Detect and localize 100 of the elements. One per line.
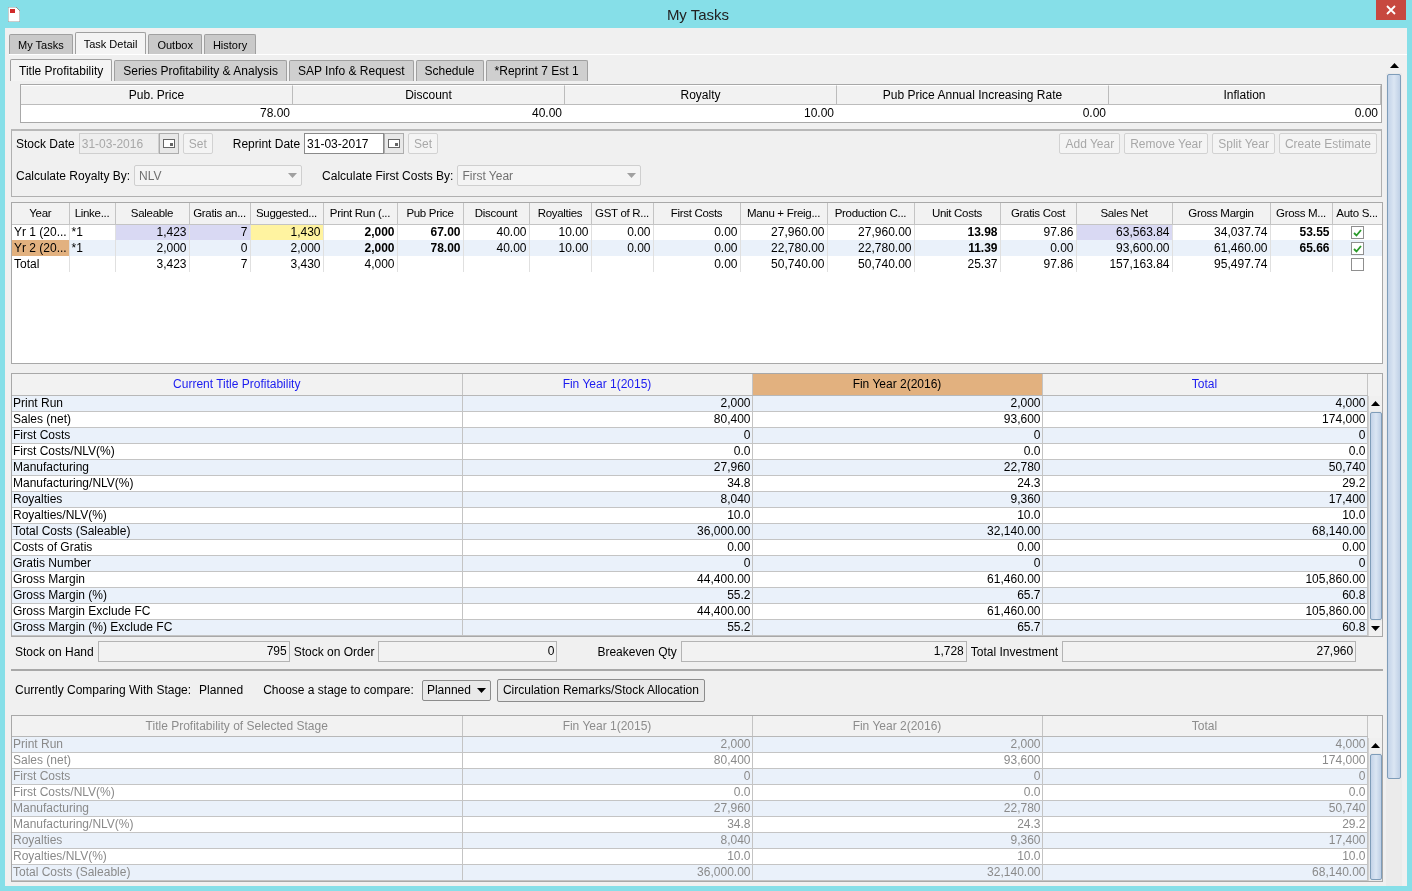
column-header[interactable]: Print Run (... <box>323 203 397 224</box>
table-cell: 0.00 <box>1042 539 1367 555</box>
row-label: Royalties <box>12 491 462 507</box>
table-cell: 0.0 <box>1042 443 1367 459</box>
row-label: Costs of Gratis <box>12 539 462 555</box>
column-header[interactable]: Gross Margin <box>1172 203 1270 224</box>
column-header[interactable]: Linke... <box>69 203 115 224</box>
column-header[interactable]: GST of R... <box>591 203 653 224</box>
row-label: Manufacturing/NLV(%) <box>12 816 462 833</box>
window-title: My Tasks <box>665 5 731 23</box>
tab[interactable]: Title Profitability <box>10 59 113 81</box>
table-cell: 0 <box>462 427 752 443</box>
column-header[interactable]: Fin Year 2(2016) <box>752 374 1042 395</box>
table-cell: 0.00 <box>462 539 752 555</box>
row-label: First Costs/NLV(%) <box>12 443 462 459</box>
field-label: Stock on Order <box>293 644 375 659</box>
table-cell: 2,000 <box>752 395 1042 411</box>
table-cell[interactable]: 0.00 <box>837 105 1109 122</box>
column-header[interactable]: Total <box>1042 374 1367 395</box>
table-cell[interactable]: 10.00 <box>565 105 837 122</box>
checkbox[interactable] <box>1350 258 1364 272</box>
row-label: Manufacturing <box>12 800 462 817</box>
column-header[interactable]: First Costs <box>653 203 740 224</box>
tab[interactable]: Task Detail <box>74 32 147 54</box>
table-cell: 80,400 <box>462 752 752 769</box>
tab[interactable]: Series Profitability & Analysis <box>114 60 287 81</box>
table-cell: 29.2 <box>1042 816 1367 833</box>
remarks-button[interactable]: Circulation Remarks/Stock Allocation <box>496 678 705 702</box>
column-header[interactable]: Year <box>12 203 69 224</box>
row-label: Manufacturing/NLV(%) <box>12 475 462 491</box>
scroll-up-icon[interactable] <box>1371 401 1380 406</box>
scrollbar[interactable] <box>1386 58 1402 886</box>
table-cell: 68,140.00 <box>1042 523 1367 539</box>
column-header[interactable]: Gratis an... <box>189 203 250 224</box>
row-label: Gross Margin (%) <box>12 587 462 603</box>
column-header[interactable]: Manu + Freig... <box>740 203 827 224</box>
tab[interactable]: Schedule <box>415 60 484 81</box>
checkbox[interactable] <box>1350 226 1364 240</box>
table-cell: Total <box>12 256 69 272</box>
row-label: Royalties/NLV(%) <box>12 507 462 523</box>
field-label: Stock Date <box>16 136 75 151</box>
column-header[interactable]: Sales Net <box>1076 203 1172 224</box>
table-cell[interactable]: 0.00 <box>1109 105 1381 122</box>
table-cell: 10.0 <box>1042 848 1367 865</box>
column-header[interactable]: Saleable <box>115 203 189 224</box>
value-field: 795 <box>97 641 290 662</box>
table-cell: 44,400.00 <box>462 603 752 619</box>
table-cell[interactable]: 40.00 <box>293 105 565 122</box>
row-label: Total Costs (Saleable) <box>12 864 462 881</box>
table-cell: 80,400 <box>462 411 752 427</box>
tab[interactable]: My Tasks <box>9 34 73 54</box>
table-cell: 10.0 <box>752 848 1042 865</box>
table-cell: 4,000 <box>1042 736 1367 753</box>
tab[interactable]: Outbox <box>148 34 202 54</box>
close-button[interactable] <box>1376 0 1406 20</box>
table-cell: 24.3 <box>752 475 1042 491</box>
table-cell: 105,860.00 <box>1042 603 1367 619</box>
column-header[interactable]: Gross M... <box>1270 203 1332 224</box>
calendar-button[interactable] <box>384 133 405 154</box>
table-cell: 17,400 <box>1042 832 1367 849</box>
table-cell: 36,000.00 <box>462 523 752 539</box>
row-label: Total Costs (Saleable) <box>12 523 462 539</box>
column-header[interactable]: Production C... <box>827 203 914 224</box>
column-header[interactable]: Fin Year 1(2015) <box>462 374 752 395</box>
field-label: Total Investment <box>970 644 1059 659</box>
table-cell: 4,000 <box>1042 395 1367 411</box>
table-cell: 10.0 <box>752 507 1042 523</box>
column-header[interactable]: Gratis Cost <box>1000 203 1076 224</box>
app-icon <box>8 6 20 22</box>
table-cell: 50,740.00 <box>827 256 914 272</box>
tab[interactable]: History <box>203 34 257 54</box>
row-label: First Costs <box>12 427 462 443</box>
column-header[interactable]: Auto S... <box>1332 203 1382 224</box>
table-cell: 29.2 <box>1042 475 1367 491</box>
row-label: Gross Margin (%) Exclude FC <box>12 619 462 635</box>
scrollbar-thumb[interactable] <box>1369 753 1382 880</box>
column-header[interactable]: Pub Price <box>397 203 463 224</box>
calendar-button[interactable] <box>158 133 179 154</box>
column-header[interactable]: Discount <box>463 203 529 224</box>
scroll-up-icon[interactable] <box>1371 742 1380 748</box>
table-cell: 17,400 <box>1042 491 1367 507</box>
table-cell[interactable]: 78.00 <box>21 105 293 122</box>
stage-dropdown[interactable]: Planned <box>421 679 491 701</box>
column-header[interactable]: Current Title Profitability <box>12 374 462 395</box>
column-header[interactable]: Suggested... <box>250 203 323 224</box>
date-field[interactable]: 31-03-2017 <box>304 133 385 154</box>
scroll-down-icon[interactable] <box>1371 625 1380 631</box>
table-cell: 68,140.00 <box>1042 864 1367 881</box>
column-header[interactable]: Royalties <box>529 203 591 224</box>
table-cell: 50,740 <box>1042 800 1367 817</box>
row-label: Gross Margin Exclude FC <box>12 603 462 619</box>
table-cell: 65.7 <box>752 587 1042 603</box>
column-header[interactable]: Unit Costs <box>914 203 1000 224</box>
scrollbar-thumb[interactable] <box>1387 74 1401 779</box>
tab[interactable]: *Reprint 7 Est 1 <box>485 60 588 81</box>
tab[interactable]: SAP Info & Request <box>289 60 414 81</box>
scrollbar-thumb[interactable] <box>1369 412 1382 620</box>
field-label: Calculate First Costs By: <box>322 168 454 183</box>
checkbox[interactable] <box>1350 242 1364 256</box>
scroll-up-icon[interactable] <box>1389 63 1399 68</box>
